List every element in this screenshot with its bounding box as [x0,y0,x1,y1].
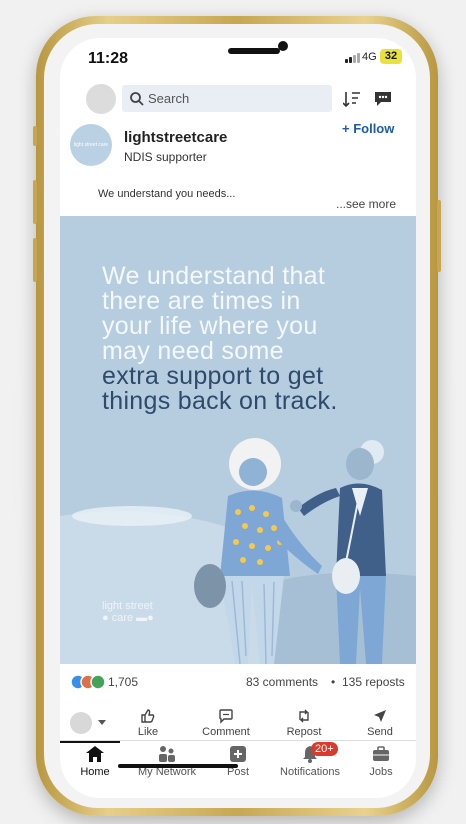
messaging-icon[interactable] [373,90,393,108]
nav-jobs-label: Jobs [369,766,393,778]
company-logo[interactable]: light street care [70,124,112,166]
send-icon [374,710,386,722]
nav-home[interactable]: Home [60,745,130,778]
home-icon [86,746,104,762]
volume-down-button [33,238,37,282]
hero-line: your life where you [102,312,318,340]
hero-line: may need some [102,337,284,365]
briefcase-icon [373,746,389,761]
comment-button[interactable]: Comment [196,708,256,738]
thumbs-up-icon [141,709,155,723]
profile-avatar[interactable] [86,84,116,114]
reaction-count[interactable]: 1,705 [108,675,138,689]
status-bar: 11:28 4G 32 [60,38,416,82]
status-time: 11:28 [88,50,129,67]
search-input[interactable]: Search [122,85,332,112]
nav-my-network[interactable]: My Network [132,745,202,778]
active-tab-indicator [60,741,120,743]
nav-notifications[interactable]: 20+ Notifications [275,742,345,778]
post-image[interactable]: We understand that there are times in yo… [60,216,416,664]
post-header: light street care lightstreetcare NDIS s… [60,120,416,211]
top-bar: Search [60,82,416,116]
social-stats: 1,705 83 comments • 135 reposts [60,670,416,698]
battery-icon: 32 [380,49,402,64]
repost-button[interactable]: Repost [274,708,334,738]
volume-up-button [33,180,37,224]
post-caption: We understand you needs... [98,188,236,200]
send-label: Send [367,726,393,738]
brand-mark: light street ● care ▬● [102,600,154,624]
hero-line-emphasis: extra support to get [102,362,324,390]
nav-jobs[interactable]: Jobs [346,745,416,778]
action-bar: Like Comment Repost Send [60,708,416,742]
speaker-notch [228,48,280,54]
phone-screen: 11:28 4G 32 Search light street care lig… [60,38,416,798]
signal-icon [345,53,360,63]
send-button[interactable]: Send [350,708,410,738]
home-indicator [118,764,238,768]
repost-label: Repost [286,726,322,738]
comment-label: Comment [202,726,250,738]
bottom-navigation: Home My Network Post 20+ Notifications J… [60,740,416,785]
follow-button[interactable]: + Follow [342,121,394,136]
hero-line-emphasis: things back on track. [102,387,338,415]
repost-icon [299,709,309,723]
camera-dot [278,41,288,51]
search-icon [130,92,144,106]
side-button [33,126,37,146]
nav-notifications-label: Notifications [280,766,340,778]
stats-separator: • [331,675,336,689]
reactions-icon[interactable] [70,674,106,690]
like-label: Like [137,726,159,738]
post-icon [230,746,246,762]
network-type: 4G [362,51,377,63]
actor-avatar[interactable] [70,712,92,734]
comment-icon [219,709,233,724]
brand-line: ● care ▬● [102,612,154,624]
chevron-down-icon[interactable] [98,720,106,725]
hero-text: We understand that there are times in yo… [102,264,402,414]
like-button[interactable]: Like [118,708,178,738]
author-subtitle: NDIS supporter [124,150,207,164]
power-button [437,200,441,272]
brand-line: light street [102,600,153,612]
filter-icon[interactable] [343,90,361,108]
nav-post[interactable]: Post [203,745,273,778]
network-icon [159,746,175,762]
hero-line: there are times in [102,287,301,315]
comment-count[interactable]: 83 comments [246,675,318,689]
author-name[interactable]: lightstreetcare [124,129,227,146]
search-placeholder: Search [148,91,190,106]
notification-badge: 20+ [311,742,338,756]
see-more-link[interactable]: ...see more [336,197,396,211]
repost-count[interactable]: 135 reposts [342,675,405,689]
logo-text: light street care [73,142,109,148]
hero-line: We understand that [102,262,326,290]
